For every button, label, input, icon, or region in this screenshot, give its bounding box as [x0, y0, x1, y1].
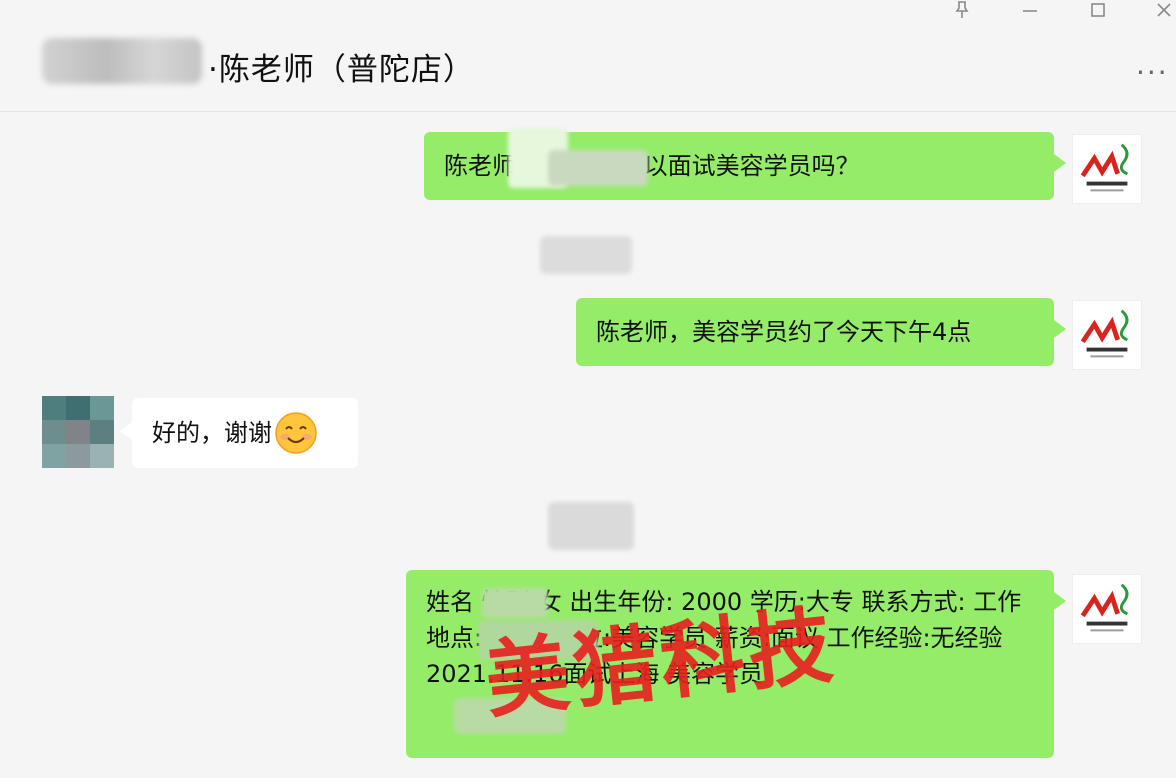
message-text: 陈老师，美容学员约了今天下午4点	[596, 317, 972, 346]
brand-logo-icon	[1080, 309, 1129, 358]
more-options-button[interactable]: ···	[1136, 56, 1169, 89]
minimize-icon[interactable]	[1010, 0, 1050, 26]
pin-icon[interactable]	[942, 0, 982, 26]
message-bubble-2[interactable]: 陈老师，美容学员约了今天下午4点	[576, 298, 1066, 366]
message-bubble-3[interactable]: 好的，谢谢	[120, 398, 358, 468]
chat-header: ·陈老师（普陀店） ···	[0, 0, 1176, 112]
smile-emoji-icon	[274, 411, 318, 455]
contact-avatar[interactable]	[42, 396, 114, 468]
my-avatar[interactable]	[1072, 574, 1142, 644]
maximize-icon[interactable]	[1078, 0, 1118, 26]
my-avatar[interactable]	[1072, 134, 1142, 204]
message-text: 陈老师 午十一点可以面试美容学员吗？	[444, 151, 860, 180]
chat-title: ·陈老师（普陀店）	[208, 52, 475, 88]
my-avatar[interactable]	[1072, 300, 1142, 370]
message-text: 好的，谢谢	[152, 418, 272, 447]
redacted-timestamp	[548, 502, 634, 550]
redacted-timestamp	[540, 236, 632, 274]
brand-logo-icon	[1080, 143, 1129, 192]
brand-logo-icon	[1080, 583, 1129, 632]
redacted-name	[42, 38, 202, 84]
close-icon[interactable]	[1144, 0, 1176, 26]
redacted-region	[548, 150, 648, 186]
